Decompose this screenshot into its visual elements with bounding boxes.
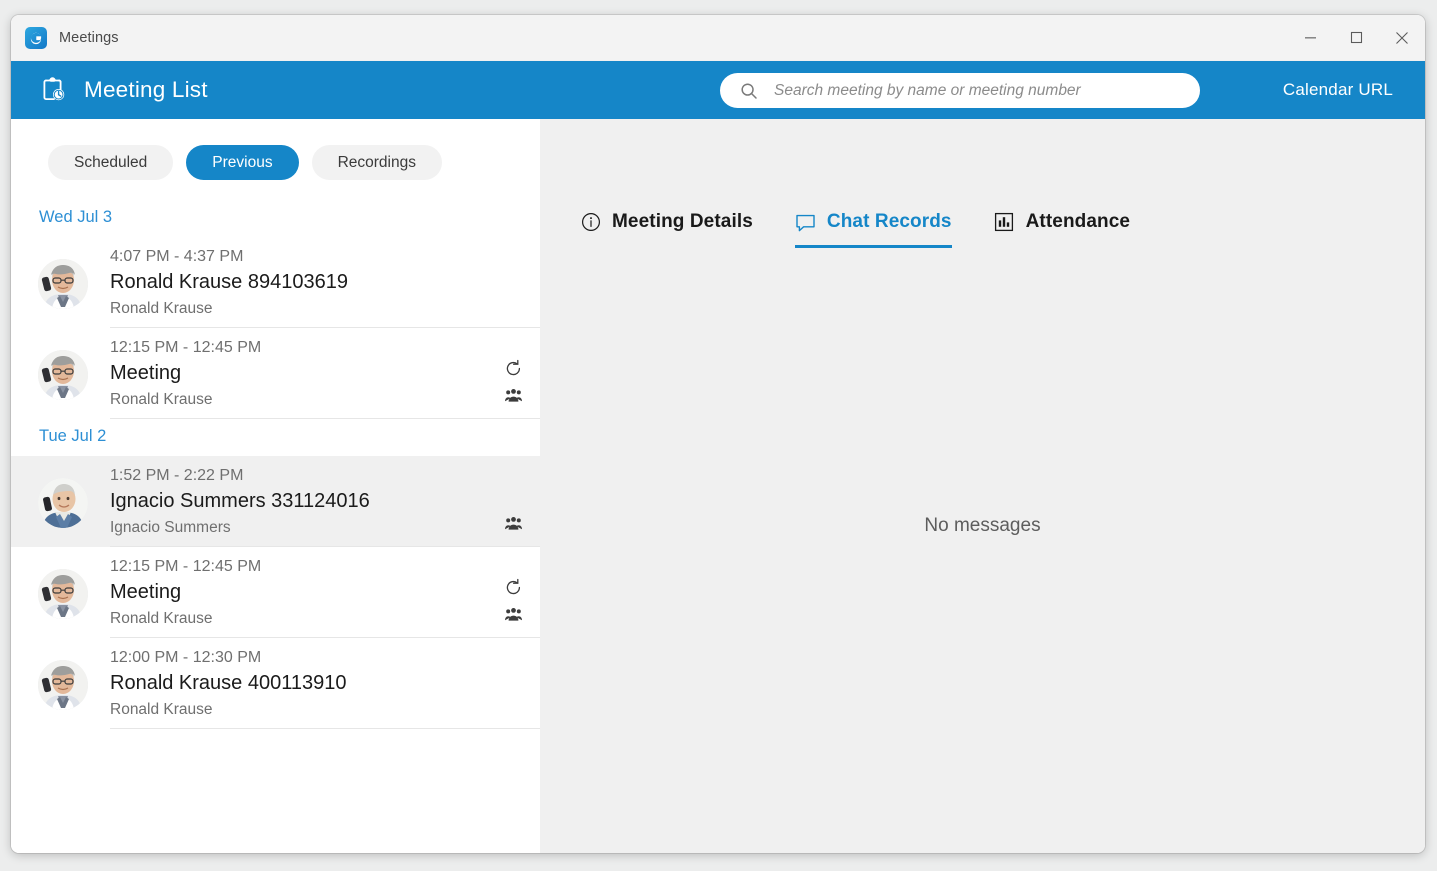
attendees-icon: [504, 608, 522, 621]
app-title: Meetings: [59, 29, 119, 46]
day-group-header: Tue Jul 2: [39, 427, 107, 445]
page-title: Meeting List: [84, 77, 208, 102]
app-window: Meetings Meeting List Search meeting by …: [11, 15, 1425, 853]
window-controls: [1287, 15, 1425, 60]
bar-chart-icon: [994, 212, 1015, 233]
tab-label: Chat Records: [826, 211, 952, 232]
tab-chat-records[interactable]: Chat Records: [794, 211, 952, 248]
tab-meeting-details[interactable]: Meeting Details: [580, 211, 753, 248]
tab-attendance[interactable]: Attendance: [994, 211, 1130, 248]
attendees-icon: [504, 389, 522, 402]
info-circle-icon: [580, 212, 601, 233]
recurring-icon: [506, 578, 520, 595]
meeting-detail-panel: Meeting Details Chat Records Attendance …: [540, 119, 1425, 853]
search-input[interactable]: [772, 80, 1182, 101]
header-brand: Meeting List: [36, 73, 208, 107]
day-group-header: Wed Jul 3: [39, 208, 113, 226]
meeting-time: 12:00 PM - 12:30 PM: [110, 649, 262, 666]
filter-pill-scheduled[interactable]: Scheduled: [48, 145, 174, 180]
search-icon: [740, 82, 758, 100]
chat-bubble-icon: [796, 214, 815, 231]
meeting-organizer: Ronald Krause: [110, 701, 213, 718]
recurring-icon: [504, 359, 523, 378]
filter-pill-group: Scheduled Previous Recordings: [11, 119, 540, 200]
meeting-title: Meeting: [110, 581, 182, 603]
attendees-icon[interactable]: [504, 605, 523, 624]
detail-tabs: Meeting Details Chat Records Attendance: [540, 119, 1425, 248]
avatar: [38, 569, 88, 619]
chat-bubble-icon: [795, 212, 816, 233]
empty-state-message: No messages: [924, 514, 1041, 536]
meeting-time: 12:15 PM - 12:45 PM: [110, 558, 262, 575]
meeting-badges: [496, 646, 530, 719]
attendees-icon: [504, 517, 522, 530]
maximize-button[interactable]: [1333, 15, 1379, 60]
tab-label: Attendance: [1025, 211, 1131, 232]
tab-label: Meeting Details: [612, 211, 753, 232]
meeting-badges: [496, 464, 530, 537]
avatar: [38, 350, 88, 400]
meeting-list-panel: Scheduled Previous Recordings Wed Jul 3 4:…: [11, 119, 540, 853]
meeting-list-item[interactable]: 12:15 PM - 12:45 PM Meeting Ronald Krause: [11, 547, 540, 638]
search-bar[interactable]: [720, 73, 1200, 108]
meeting-list-item[interactable]: 4:07 PM - 4:37 PM Ronald Krause 894103619…: [11, 237, 540, 328]
meeting-badges: [496, 336, 530, 409]
title-bar: Meetings: [11, 15, 1425, 61]
calendar-url-link[interactable]: Calendar URL: [1283, 80, 1393, 100]
meeting-list-scroll[interactable]: Wed Jul 3 4:07 PM - 4:37 PM Ronald Krause…: [11, 200, 540, 853]
minimize-button[interactable]: [1287, 15, 1333, 60]
meeting-title: Ignacio Summers 331124016: [110, 490, 370, 512]
meeting-time: 4:07 PM - 4:37 PM: [110, 248, 244, 265]
meeting-badges: [496, 245, 530, 318]
meeting-organizer: Ignacio Summers: [110, 519, 231, 536]
meeting-time: 12:15 PM - 12:45 PM: [110, 339, 262, 356]
meeting-title: Ronald Krause 400113910: [110, 672, 347, 694]
avatar: [38, 259, 88, 309]
meeting-list-item[interactable]: 1:52 PM - 2:22 PM Ignacio Summers 3311240…: [11, 456, 540, 547]
filter-pill-previous[interactable]: Previous: [186, 145, 299, 180]
app-header: Meeting List Calendar URL: [11, 61, 1425, 119]
close-button[interactable]: [1379, 15, 1425, 60]
avatar: [38, 478, 88, 528]
meeting-organizer: Ronald Krause: [110, 391, 213, 408]
maximize-icon: [1350, 31, 1362, 44]
clipboard-clock-icon: [36, 73, 70, 107]
meeting-organizer: Ronald Krause: [110, 610, 213, 627]
info-circle-icon: [581, 213, 600, 231]
meeting-title: Meeting: [110, 362, 182, 384]
attendees-icon[interactable]: [504, 514, 523, 533]
filter-pill-recordings[interactable]: Recordings: [311, 145, 442, 180]
recurring-icon: [504, 578, 523, 597]
meeting-title: Ronald Krause 894103619: [110, 271, 348, 293]
meeting-time: 1:52 PM - 2:22 PM: [110, 467, 244, 484]
minimize-icon: [1304, 37, 1316, 39]
meeting-list-item[interactable]: 12:15 PM - 12:45 PM Meeting Ronald Krause: [11, 328, 540, 419]
close-icon: [1396, 31, 1408, 44]
meeting-organizer: Ronald Krause: [110, 300, 213, 317]
avatar: [38, 660, 88, 710]
recurring-icon: [506, 359, 520, 376]
meeting-list-item[interactable]: 12:00 PM - 12:30 PM Ronald Krause 4001139…: [11, 638, 540, 729]
body-split: Scheduled Previous Recordings Wed Jul 3 4:…: [11, 119, 1425, 853]
attendees-icon[interactable]: [504, 386, 523, 405]
goto-g-logo-icon: [25, 26, 47, 49]
bar-chart-icon: [995, 212, 1014, 232]
meeting-badges: [496, 555, 530, 628]
